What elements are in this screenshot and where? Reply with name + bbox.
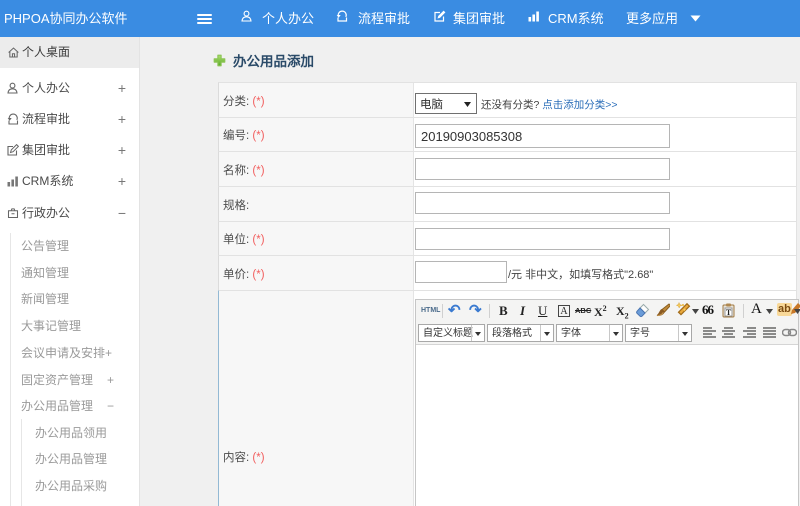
svg-text:T: T <box>726 308 732 317</box>
